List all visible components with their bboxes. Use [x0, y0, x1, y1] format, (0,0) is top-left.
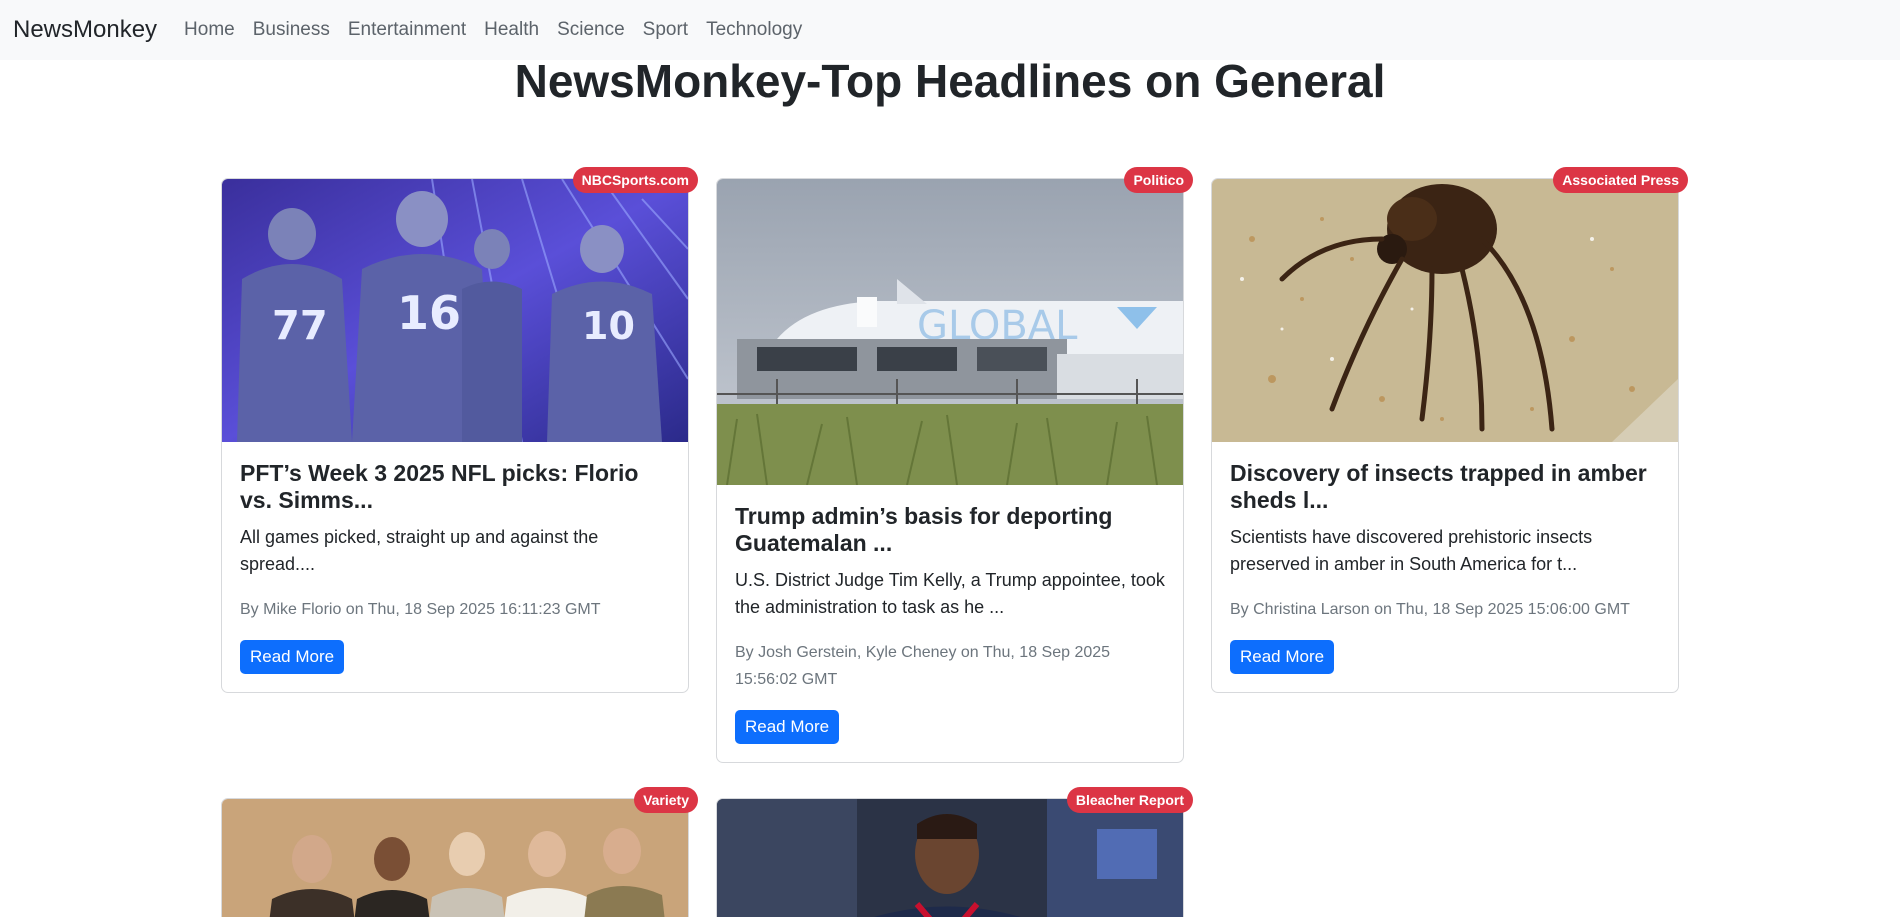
article-description: U.S. District Judge Tim Kelly, a Trump a…	[735, 570, 1165, 617]
news-card: Bleacher Report	[716, 787, 1193, 917]
nav-link-technology[interactable]: Technology	[706, 19, 802, 41]
nav-link-sport[interactable]: Sport	[643, 19, 688, 41]
article-description: Scientists have discovered prehistoric i…	[1230, 527, 1593, 574]
article-description: All games picked, straight up and agains…	[240, 527, 599, 574]
source-badge: Associated Press	[1553, 167, 1688, 193]
read-more-button[interactable]: Read More	[240, 640, 345, 674]
article-image	[1212, 179, 1678, 442]
nav-link-home[interactable]: Home	[184, 19, 235, 41]
article-image: GLOBAL	[717, 179, 1183, 485]
read-more-button[interactable]: Read More	[1230, 640, 1335, 674]
article-image: 77 16 10	[222, 179, 688, 442]
source-badge: Politico	[1124, 167, 1193, 193]
news-card: Variety	[221, 787, 698, 917]
article-image	[222, 799, 688, 917]
source-badge: Bleacher Report	[1066, 787, 1193, 813]
navbar: NewsMonkey Home Business Entertainment H…	[0, 0, 1900, 60]
page-title: NewsMonkey-Top Headlines on General	[514, 55, 1386, 107]
news-card: NBCSports.com 77 16 10 PFT’s Week 3 2025…	[221, 167, 698, 693]
article-byline: By Josh Gerstein, Kyle Cheney on Thu, 18…	[735, 644, 1111, 688]
nav-link-business[interactable]: Business	[253, 19, 330, 41]
nav-link-health[interactable]: Health	[484, 19, 539, 41]
nav-link-entertainment[interactable]: Entertainment	[348, 19, 466, 41]
news-card: Associated Press Discovery of insects tr…	[1211, 167, 1688, 693]
jersey-number: 16	[397, 286, 461, 340]
article-image	[717, 799, 1183, 917]
article-title: Trump admin’s basis for deporting Guatem…	[735, 503, 1113, 556]
source-badge: NBCSports.com	[572, 167, 698, 193]
article-byline: By Mike Florio on Thu, 18 Sep 2025 16:11…	[240, 601, 601, 618]
source-badge: Variety	[634, 787, 698, 813]
jersey-number: 10	[582, 304, 635, 348]
brand-logo[interactable]: NewsMonkey	[13, 16, 157, 44]
article-title: PFT’s Week 3 2025 NFL picks: Florio vs. …	[240, 460, 639, 513]
jersey-number: 77	[272, 303, 328, 349]
news-card: Politico GLOBAL Trump admin’s basis for …	[716, 167, 1193, 763]
article-title: Discovery of insects trapped in amber sh…	[1230, 460, 1647, 513]
nav-link-science[interactable]: Science	[557, 19, 625, 41]
article-byline: By Christina Larson on Thu, 18 Sep 2025 …	[1230, 601, 1630, 618]
read-more-button[interactable]: Read More	[735, 710, 840, 744]
